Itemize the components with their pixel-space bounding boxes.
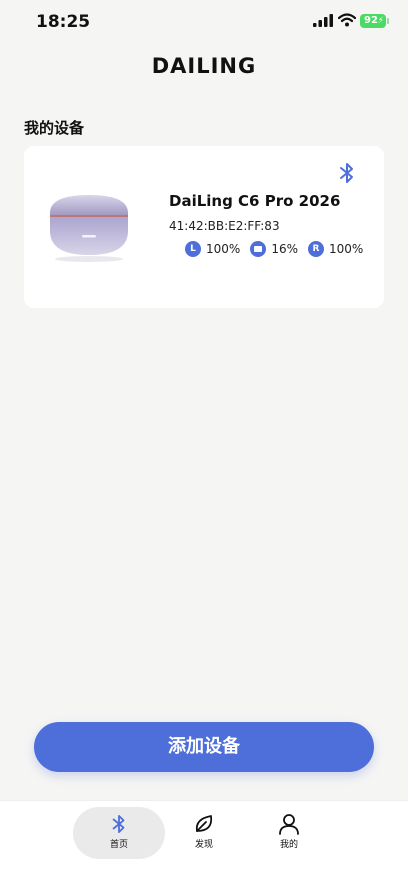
right-earbud-battery-value: 100% bbox=[328, 242, 364, 256]
left-earbud-battery: L 100% bbox=[185, 241, 240, 257]
case-badge-icon bbox=[250, 241, 267, 257]
my-devices-title: 我的设备 bbox=[24, 119, 85, 137]
tab-discover[interactable]: 发现 bbox=[158, 807, 250, 859]
case-battery: 16% bbox=[250, 241, 298, 257]
battery-level: 92 bbox=[364, 15, 378, 26]
brand-logo: DAILING bbox=[151, 54, 257, 78]
device-card[interactable]: DaiLing C6 Pro 2026 41:42:BB:E2:FF:83 L … bbox=[24, 146, 384, 308]
status-bar: 18:25 92 ⚡ bbox=[0, 0, 408, 44]
right-earbud-badge: R bbox=[307, 241, 324, 257]
left-earbud-badge: L bbox=[185, 241, 201, 257]
bluetooth-icon bbox=[340, 163, 353, 183]
cellular-signal-icon bbox=[313, 14, 333, 27]
bluetooth-icon bbox=[112, 815, 125, 833]
tab-home-label: 首页 bbox=[109, 840, 128, 850]
battery-status-row: L 100% 16% R 100% bbox=[185, 240, 373, 258]
leaf-icon bbox=[195, 815, 213, 832]
wifi-icon bbox=[338, 13, 356, 27]
home-screen: 18:25 92 ⚡ DAILING 我的设备 DaiLing C6 Pro 2… bbox=[0, 0, 408, 883]
user-icon bbox=[279, 814, 299, 835]
tab-discover-label: 发现 bbox=[194, 840, 213, 850]
battery-indicator: 92 ⚡ bbox=[360, 14, 389, 28]
charging-bolt-icon: ⚡ bbox=[377, 16, 384, 26]
earbuds-case-image bbox=[50, 195, 128, 262]
tab-profile[interactable]: 我的 bbox=[243, 807, 335, 859]
status-time: 18:25 bbox=[36, 12, 91, 32]
tab-profile-label: 我的 bbox=[279, 840, 298, 850]
device-name: DaiLing C6 Pro 2026 bbox=[169, 192, 341, 210]
right-earbud-battery: R 100% bbox=[307, 241, 364, 257]
tab-home[interactable]: 首页 bbox=[73, 807, 165, 859]
add-device-button[interactable]: 添加设备 bbox=[34, 722, 374, 772]
device-mac-address: 41:42:BB:E2:FF:83 bbox=[169, 219, 280, 233]
case-battery-value: 16% bbox=[271, 242, 298, 256]
bottom-tab-bar: 首页 发现 我的 bbox=[0, 800, 408, 883]
left-earbud-battery-value: 100% bbox=[206, 242, 241, 256]
